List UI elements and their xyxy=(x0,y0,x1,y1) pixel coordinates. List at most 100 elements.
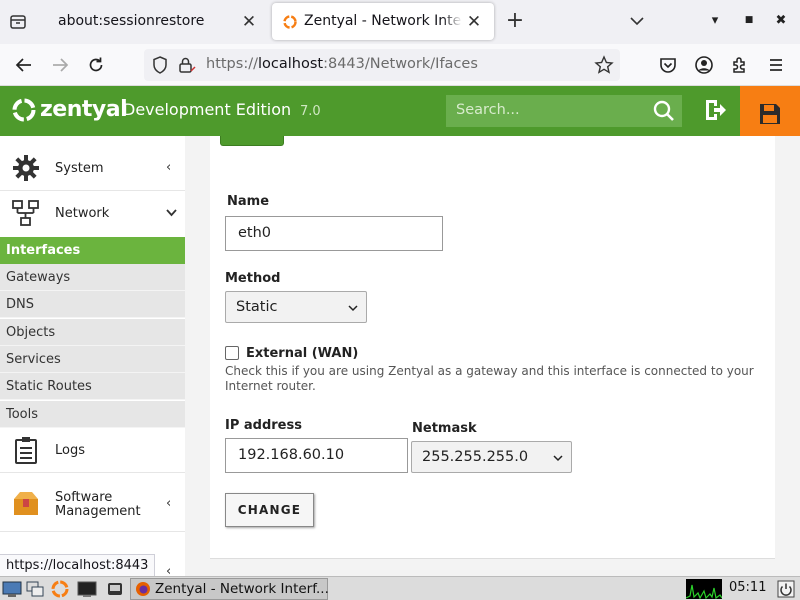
sidebar-subitem-tools[interactable]: Tools xyxy=(0,401,185,428)
account-icon[interactable] xyxy=(694,55,714,75)
cpu-monitor-graph xyxy=(686,579,722,599)
brand-name: zentyal xyxy=(40,97,128,122)
sidebar-item-label-line1: Software xyxy=(55,490,113,505)
sidebar-subitem-label: Interfaces xyxy=(6,243,81,258)
minimize-icon[interactable]: ▾ xyxy=(706,13,724,31)
package-icon xyxy=(14,492,38,515)
sidebar-subitem-label: DNS xyxy=(6,297,34,312)
chevron-down-icon xyxy=(553,455,563,462)
reload-icon[interactable] xyxy=(86,55,106,75)
sidebar-subitem-label: Gateways xyxy=(6,270,71,285)
netmask-label: Netmask xyxy=(412,421,477,436)
search-icon[interactable] xyxy=(652,99,676,123)
back-arrow-icon[interactable] xyxy=(14,55,34,75)
sidebar-item-label: System xyxy=(55,161,104,176)
terminal-icon[interactable] xyxy=(77,579,97,599)
sidebar-item-software-management[interactable]: Software Management ‹ xyxy=(0,474,185,532)
sidebar-item-label: Logs xyxy=(55,443,85,458)
ip-address-label: IP address xyxy=(225,418,302,433)
tab-list-icon[interactable] xyxy=(8,12,28,32)
external-wan-checkbox[interactable] xyxy=(225,346,239,360)
tab-zentyal-network-interfaces[interactable]: Zentyal - Network Interfaces ✕ xyxy=(272,3,494,40)
tab-button-edge[interactable] xyxy=(220,136,284,146)
sidebar-subitem-label: Objects xyxy=(6,325,56,340)
name-label: Name xyxy=(227,194,270,209)
desktop-taskbar: Zentyal - Network Interf... 05:11 xyxy=(0,576,800,600)
desktop-menu-icon[interactable] xyxy=(2,579,22,599)
external-wan-help-line1: Check this if you are using Zentyal as a… xyxy=(225,364,754,378)
zentyal-logo-icon[interactable] xyxy=(10,96,38,124)
sidebar-menu: System ‹ Network Interfaces Gateways DNS… xyxy=(0,136,185,576)
url-scheme: https:// xyxy=(206,56,258,72)
sidebar-subitem-dns[interactable]: DNS xyxy=(0,291,185,318)
search-placeholder: Search... xyxy=(456,102,520,118)
maximize-icon[interactable]: ■ xyxy=(740,15,758,33)
external-wan-help-line2: Internet router. xyxy=(225,379,316,393)
chevron-left-icon: ‹ xyxy=(166,496,172,511)
network-icon xyxy=(12,200,39,226)
bookmark-star-icon[interactable] xyxy=(594,55,614,75)
sidebar-item-network[interactable]: Network xyxy=(0,191,185,236)
power-icon[interactable] xyxy=(777,579,795,599)
change-button[interactable]: CHANGE xyxy=(225,493,314,527)
name-field[interactable]: eth0 xyxy=(225,216,443,251)
taskbar-task-title: Zentyal - Network Interf... xyxy=(155,581,329,597)
sidebar-subitem-gateways[interactable]: Gateways xyxy=(0,264,185,291)
firefox-icon xyxy=(136,582,150,596)
sidebar-subitem-label: Services xyxy=(6,352,61,367)
search-input[interactable]: Search... xyxy=(446,95,682,127)
sidebar-subitem-services[interactable]: Services xyxy=(0,346,185,373)
chevron-down-icon xyxy=(166,209,177,217)
url-text[interactable]: https://localhost:8443/Network/Ifaces xyxy=(206,56,478,72)
external-wan-label[interactable]: External (WAN) xyxy=(246,346,358,361)
interface-form-panel: Name eth0 Method Static External (WAN) C… xyxy=(210,136,775,559)
windows-icon[interactable] xyxy=(25,579,45,599)
method-select[interactable]: Static xyxy=(225,291,367,323)
main-content: Name eth0 Method Static External (WAN) C… xyxy=(185,136,800,576)
netmask-selected-value: 255.255.255.0 xyxy=(422,449,529,465)
chevron-down-icon[interactable] xyxy=(628,12,646,30)
ip-address-field[interactable]: 192.168.60.10 xyxy=(225,438,408,473)
pocket-icon[interactable] xyxy=(658,55,678,75)
navigation-toolbar: https://localhost:8443/Network/Ifaces xyxy=(0,44,800,86)
gear-icon xyxy=(13,155,39,181)
method-label: Method xyxy=(225,271,281,286)
lock-warning-icon[interactable] xyxy=(176,55,196,75)
edition-label: Development Edition xyxy=(123,100,292,119)
new-tab-icon[interactable]: + xyxy=(504,10,526,33)
hamburger-menu-icon[interactable] xyxy=(766,55,786,75)
netmask-select[interactable]: 255.255.255.0 xyxy=(411,441,572,473)
sidebar-item-logs[interactable]: Logs xyxy=(0,428,185,473)
url-path: :8443/Network/Ifaces xyxy=(323,56,478,72)
version-label: 7.0 xyxy=(300,104,321,119)
sidebar-item-label-line2: Management xyxy=(55,504,141,519)
tab-title: about:sessionrestore xyxy=(58,13,205,29)
status-url-tooltip: https://localhost:8443 xyxy=(0,554,156,578)
sidebar-subitem-interfaces[interactable]: Interfaces xyxy=(0,237,185,264)
chevron-down-icon xyxy=(348,305,358,312)
close-tab-icon[interactable]: ✕ xyxy=(239,12,259,32)
sidebar-subitem-label: Static Routes xyxy=(6,379,92,394)
url-bar[interactable]: https://localhost:8443/Network/Ifaces xyxy=(144,49,620,81)
panel-divider xyxy=(210,558,775,559)
method-selected-value: Static xyxy=(236,299,278,315)
zentyal-header: zentyal Development Edition 7.0 Search..… xyxy=(0,86,800,146)
logout-icon[interactable] xyxy=(702,97,728,123)
window-close-icon[interactable]: ✖ xyxy=(772,13,790,31)
shield-icon[interactable] xyxy=(150,55,170,75)
sidebar-item-label: Network xyxy=(55,206,110,221)
close-tab-icon[interactable]: ✕ xyxy=(464,12,484,32)
tab-sessionrestore[interactable]: about:sessionrestore ✕ xyxy=(44,0,270,44)
chevron-left-icon: ‹ xyxy=(166,564,172,576)
clock: 05:11 xyxy=(729,580,767,595)
chevron-left-icon: ‹ xyxy=(166,160,172,175)
terminal-small-icon[interactable] xyxy=(105,579,125,599)
sidebar-subitem-static-routes[interactable]: Static Routes xyxy=(0,373,185,400)
forward-arrow-icon[interactable] xyxy=(50,55,70,75)
tab-title: Zentyal - Network Interfaces xyxy=(304,13,462,29)
extensions-icon[interactable] xyxy=(730,55,750,75)
sidebar-subitem-objects[interactable]: Objects xyxy=(0,319,185,346)
taskbar-task-firefox[interactable]: Zentyal - Network Interf... xyxy=(130,578,329,600)
zentyal-app-icon[interactable] xyxy=(50,579,70,599)
sidebar-item-system[interactable]: System ‹ xyxy=(0,146,185,191)
